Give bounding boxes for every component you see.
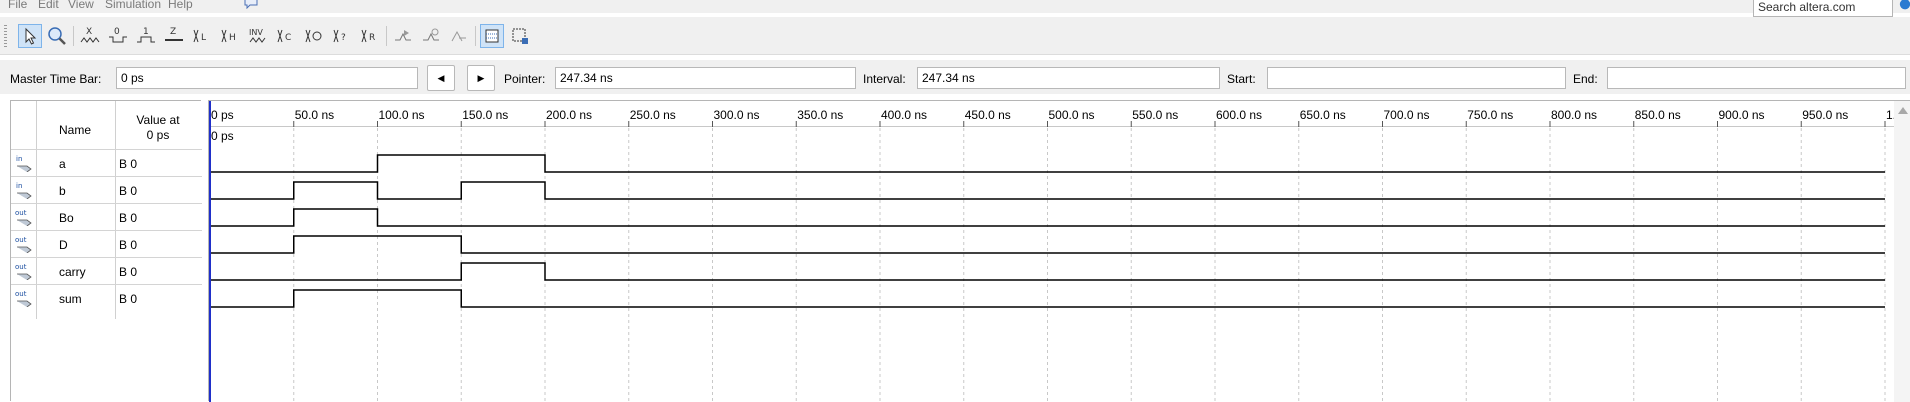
svg-text:R: R — [369, 33, 375, 43]
count-value-icon[interactable]: C — [274, 24, 298, 48]
generate-netlist-icon[interactable] — [447, 24, 471, 48]
value-column-header[interactable]: Value at 0 ps — [115, 113, 201, 143]
svg-text:in: in — [16, 182, 22, 190]
signal-name: carry — [59, 265, 86, 279]
svg-text:out: out — [15, 236, 27, 244]
svg-text:H: H — [229, 33, 236, 43]
waveform-a[interactable] — [210, 154, 1885, 173]
svg-text:INV: INV — [249, 28, 263, 37]
random-value-icon[interactable]: R — [358, 24, 382, 48]
pointer-label: Pointer: — [504, 72, 546, 86]
svg-text:L: L — [201, 33, 206, 43]
forcing-unknown-icon[interactable]: X — [78, 24, 102, 48]
triangle-left-icon: ◀ — [437, 73, 445, 83]
signal-row[interactable]: out D B 0 — [11, 230, 202, 257]
output-pin-icon: out — [15, 236, 32, 253]
grid-settings-icon[interactable] — [508, 24, 532, 48]
menu-help[interactable]: Help — [168, 0, 193, 11]
signal-value: B 0 — [119, 265, 138, 279]
run-functional-simulation-icon[interactable] — [391, 24, 415, 48]
svg-text:C: C — [285, 33, 291, 43]
previous-transition-button[interactable]: ◀ — [427, 65, 455, 91]
signal-row[interactable]: in a B 0 — [11, 149, 202, 176]
run-timing-simulation-icon[interactable] — [419, 24, 443, 48]
next-transition-button[interactable]: ▶ — [467, 65, 495, 91]
clock-value-icon[interactable] — [302, 24, 326, 48]
time-bar: Master Time Bar: 0 ps ◀ ▶ Pointer: 247.3… — [0, 60, 1910, 94]
toolbar: X 0 1 Z L H INV C ? R — [0, 17, 1910, 55]
zoom-icon[interactable] — [45, 24, 69, 48]
help-balloon-icon[interactable] — [244, 0, 258, 9]
output-pin-icon: out — [15, 290, 32, 307]
svg-text:0: 0 — [114, 27, 120, 37]
output-pin-icon: out — [15, 209, 32, 226]
waveform-carry[interactable] — [210, 262, 1885, 281]
arbitrary-value-icon[interactable]: ? — [330, 24, 354, 48]
svg-text:in: in — [16, 155, 22, 163]
menu-edit[interactable]: Edit — [38, 0, 59, 11]
pointer-select-icon[interactable] — [18, 24, 42, 48]
svg-text:Z: Z — [170, 27, 176, 37]
signal-value: B 0 — [119, 238, 138, 252]
triangle-right-icon: ▶ — [477, 73, 485, 83]
invert-icon[interactable]: INV — [246, 24, 270, 48]
menu-view[interactable]: View — [68, 0, 94, 11]
signal-row[interactable]: in b B 0 — [11, 176, 202, 203]
signal-row[interactable]: out sum B 0 — [11, 284, 202, 311]
signal-name: b — [59, 184, 66, 198]
signal-row[interactable]: out Bo B 0 — [11, 203, 202, 230]
value-header-line2: 0 ps — [146, 128, 170, 142]
signal-row[interactable]: out carry B 0 — [11, 257, 202, 284]
interval-field[interactable]: 247.34 ns — [917, 67, 1220, 89]
svg-text:?: ? — [341, 33, 346, 43]
interval-label: Interval: — [863, 72, 906, 86]
force-high-icon[interactable]: 1 — [134, 24, 158, 48]
svg-text:out: out — [15, 263, 27, 271]
input-pin-icon: in — [16, 182, 32, 199]
master-time-bar-field[interactable]: 0 ps — [116, 67, 418, 89]
signal-name: sum — [59, 292, 82, 306]
master-time-bar-label: Master Time Bar: — [10, 72, 102, 86]
svg-text:out: out — [15, 209, 27, 217]
weak-high-icon[interactable]: H — [218, 24, 242, 48]
svg-text:1: 1 — [143, 27, 149, 37]
output-pin-icon: out — [15, 263, 32, 280]
signal-value: B 0 — [119, 292, 138, 306]
end-field[interactable] — [1607, 67, 1906, 89]
weak-low-icon[interactable]: L — [190, 24, 214, 48]
end-label: End: — [1573, 72, 1598, 86]
snap-to-grid-icon[interactable] — [480, 24, 504, 48]
globe-icon[interactable] — [1898, 0, 1910, 12]
start-field[interactable] — [1267, 67, 1566, 89]
signal-name: D — [59, 238, 68, 252]
pointer-field[interactable]: 247.34 ns — [555, 67, 856, 89]
input-pin-icon: in — [16, 155, 32, 172]
svg-text:X: X — [86, 27, 92, 37]
waveform-area[interactable]: 0 ps 50.0 ns 100.0 ns 150.0 ns 200.0 ns 250.0… — [208, 100, 1910, 402]
waveform-canvas[interactable] — [209, 101, 1899, 402]
signal-value: B 0 — [119, 211, 138, 225]
svg-text:out: out — [15, 290, 27, 298]
signal-value: B 0 — [119, 184, 138, 198]
signal-name: Bo — [59, 211, 74, 225]
waveform-Bo[interactable] — [210, 208, 1885, 227]
signal-name: a — [59, 157, 66, 171]
menu-simulation[interactable]: Simulation — [105, 0, 161, 11]
vertical-scrollbar[interactable] — [1894, 101, 1910, 402]
name-column-header[interactable]: Name — [59, 123, 91, 137]
scroll-up-icon[interactable] — [1898, 107, 1908, 114]
start-label: Start: — [1227, 72, 1256, 86]
menu-file[interactable]: File — [8, 0, 27, 11]
value-header-line1: Value at — [136, 113, 180, 127]
menu-bar: File Edit View Simulation Help Search al… — [0, 0, 1910, 17]
signal-value: B 0 — [119, 157, 138, 171]
search-input[interactable]: Search altera.com — [1753, 0, 1893, 17]
toolbar-grip[interactable] — [4, 25, 7, 47]
force-low-icon[interactable]: 0 — [106, 24, 130, 48]
high-impedance-icon[interactable]: Z — [162, 24, 186, 48]
signal-list-panel: Name Value at 0 ps in a B 0 in b B 0 out Bo B 0o… — [10, 100, 202, 401]
